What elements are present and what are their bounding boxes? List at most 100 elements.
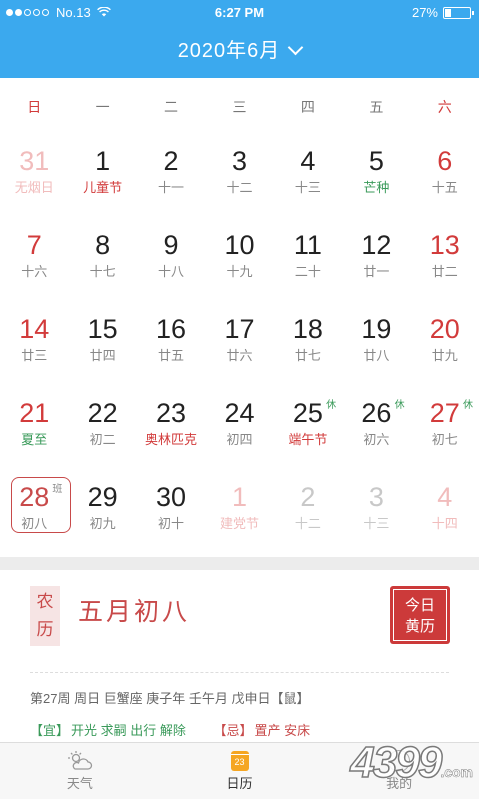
day-number: 2 [163, 146, 179, 176]
lunar-day: 芒种 [363, 180, 390, 195]
lunar-day: 初八 [21, 516, 48, 531]
day-cell[interactable]: 29 初九 [68, 472, 136, 556]
lunar-day: 廿四 [89, 348, 116, 363]
weekday-mon: 一 [95, 99, 110, 115]
day-cell[interactable]: 8 十七 [68, 220, 136, 304]
today-almanac-button[interactable]: 今日 黄历 [390, 586, 450, 644]
lunar-day: 初二 [89, 432, 116, 447]
lunar-day: 夏至 [21, 432, 48, 447]
day-cell[interactable]: 12 廿一 [342, 220, 410, 304]
day-cell[interactable]: 1 建党节 [205, 472, 273, 556]
lunar-day: 廿三 [21, 348, 48, 363]
day-cell[interactable]: 1 儿童节 [68, 136, 136, 220]
day-number: 1 [231, 482, 247, 512]
calendar-icon: 23 [230, 751, 249, 771]
day-cell[interactable]: 20 廿九 [411, 304, 479, 388]
day-cell[interactable]: 17 廿六 [205, 304, 273, 388]
day-cell[interactable]: 4 十四 [411, 472, 479, 556]
day-cell[interactable]: 11 二十 [274, 220, 342, 304]
day-number: 5 [368, 146, 384, 176]
lunar-day: 十五 [431, 180, 458, 195]
day-cell[interactable]: 3 十二 [205, 136, 273, 220]
day-number: 4 [437, 482, 453, 512]
day-number: 17 [224, 314, 255, 344]
status-bar: No.13 6:27 PM 27% [0, 0, 479, 26]
day-number: 6 [437, 146, 453, 176]
day-number: 9 [163, 230, 179, 260]
lunar-day: 廿九 [431, 348, 458, 363]
day-cell[interactable]: 10 十九 [205, 220, 273, 304]
day-number: 1 [95, 146, 111, 176]
day-number: 23 [156, 398, 187, 428]
lunar-date: 五月初八 [78, 598, 191, 626]
weekday-wed: 三 [232, 99, 247, 115]
day-cell[interactable]: 6 十五 [411, 136, 479, 220]
day-cell[interactable]: 19 廿八 [342, 304, 410, 388]
calendar-icon-wrap: 23 [160, 749, 320, 773]
day-cell[interactable]: 16 廿五 [137, 304, 205, 388]
tab-weather[interactable]: 天气 [0, 743, 160, 799]
day-number: 24 [224, 398, 255, 428]
day-number: 10 [224, 230, 255, 260]
weekday-fri: 五 [369, 99, 384, 115]
lunar-day: 奥林匹克 [145, 432, 198, 447]
lunar-day: 廿八 [363, 348, 390, 363]
yi-items: 开光 求嗣 出行 解除 [71, 723, 186, 738]
day-number: 31 [19, 146, 50, 176]
lunar-label-char-1: 农 [36, 592, 54, 611]
lunar-label-char-2: 历 [36, 620, 54, 639]
day-cell[interactable]: 7 十六 [0, 220, 68, 304]
weekday-header: 日 一 二 三 四 五 六 [0, 78, 479, 136]
lunar-day: 初九 [89, 516, 116, 531]
lunar-day: 十二 [294, 516, 321, 531]
battery-icon [443, 6, 474, 19]
site-watermark: 4399.com [350, 737, 474, 788]
day-number: 3 [231, 146, 247, 176]
lunar-day: 初七 [431, 432, 458, 447]
chevron-down-icon [288, 39, 304, 56]
holiday-badge: 休 [463, 400, 473, 411]
day-cell[interactable]: 13 廿二 [411, 220, 479, 304]
day-cell[interactable]: 2 十二 [274, 472, 342, 556]
lunar-day: 十七 [89, 264, 116, 279]
day-cell[interactable]: 4 十三 [274, 136, 342, 220]
day-cell[interactable]: 5 芒种 [342, 136, 410, 220]
tab-weather-label: 天气 [66, 776, 93, 791]
lunar-day: 初四 [226, 432, 253, 447]
lunar-day: 十二 [226, 180, 253, 195]
lunar-day: 十四 [431, 516, 458, 531]
day-cell[interactable]: 21 夏至 [0, 388, 68, 472]
day-cell[interactable]: 23 奥林匹克 [137, 388, 205, 472]
day-cell[interactable]: 2 十一 [137, 136, 205, 220]
day-cell[interactable]: 30 初十 [137, 472, 205, 556]
day-cell[interactable]: 24 初四 [205, 388, 273, 472]
day-number: 11 [293, 230, 322, 260]
yi-ji-line: 【宜】 开光 求嗣 出行 解除 【忌】 置产 安床 [30, 720, 310, 739]
tab-calendar[interactable]: 23 日历 [160, 743, 320, 799]
day-cell[interactable]: 9 十八 [137, 220, 205, 304]
day-cell[interactable]: 31 无烟日 [0, 136, 68, 220]
day-cell[interactable]: 14 廿三 [0, 304, 68, 388]
day-number: 15 [87, 314, 118, 344]
day-cell[interactable]: 22 初二 [68, 388, 136, 472]
day-number: 30 [156, 482, 187, 512]
day-cell[interactable]: 15 廿四 [68, 304, 136, 388]
day-cell[interactable]: 26 初六休 [342, 388, 410, 472]
weekday-tue: 二 [164, 99, 179, 115]
day-number: 2 [300, 482, 316, 512]
day-cell[interactable]: 27 初七休 [411, 388, 479, 472]
month-selector[interactable]: 2020年6月 [0, 34, 479, 63]
almanac-button-line-1: 今日 [404, 597, 435, 614]
almanac-button-line-2: 黄历 [404, 618, 435, 635]
lunar-day: 十一 [158, 180, 185, 195]
lunar-day: 初六 [363, 432, 390, 447]
lunar-day: 十三 [363, 516, 390, 531]
status-time: 6:27 PM [214, 5, 265, 20]
date-info-line: 第27周 周日 巨蟹座 庚子年 壬午月 戊申日【鼠】 [30, 691, 310, 706]
day-cell[interactable]: 25 端午节休 [274, 388, 342, 472]
lunar-day: 廿六 [226, 348, 253, 363]
day-cell[interactable]: 3 十三 [342, 472, 410, 556]
weather-icon [0, 749, 160, 773]
day-cell[interactable]: 18 廿七 [274, 304, 342, 388]
day-cell-today[interactable]: 28 初八班 [0, 472, 71, 556]
